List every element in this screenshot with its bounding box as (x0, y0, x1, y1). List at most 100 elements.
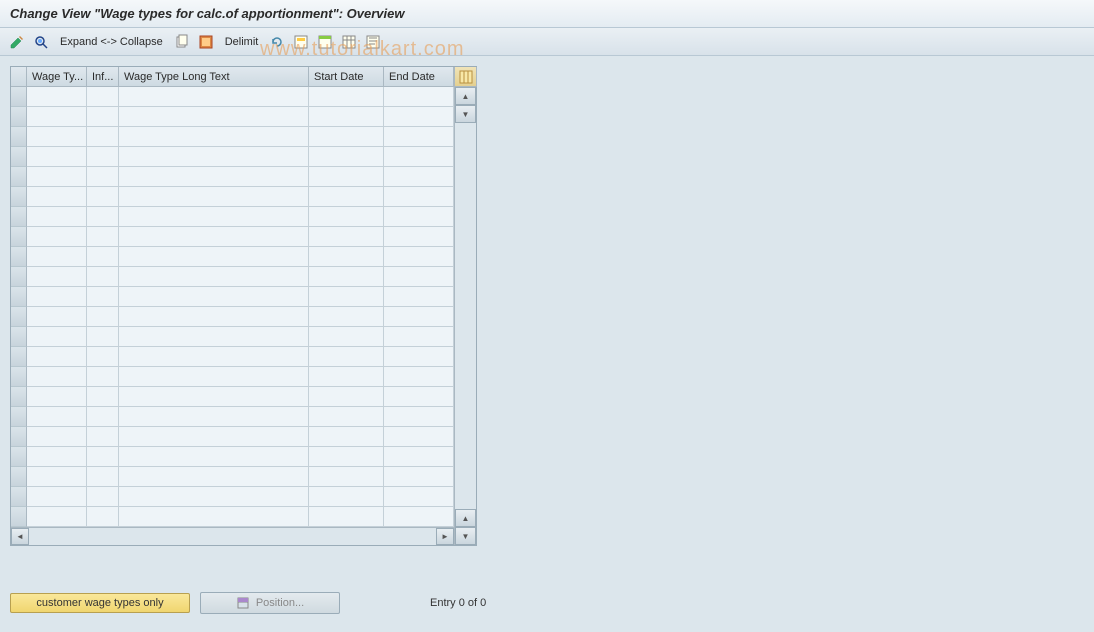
cell-end-date[interactable] (384, 507, 454, 527)
table-row[interactable] (11, 467, 454, 487)
cell-start-date[interactable] (309, 487, 384, 507)
cell-end-date[interactable] (384, 167, 454, 187)
cell-long-text[interactable] (119, 187, 309, 207)
cell-long-text[interactable] (119, 247, 309, 267)
row-selector[interactable] (11, 287, 27, 307)
row-selector[interactable] (11, 187, 27, 207)
table-row[interactable] (11, 367, 454, 387)
scroll-track-v[interactable] (455, 123, 476, 509)
cell-long-text[interactable] (119, 387, 309, 407)
cell-inf[interactable] (87, 187, 119, 207)
cell-wage-type[interactable] (27, 487, 87, 507)
print-icon[interactable] (364, 33, 382, 51)
cell-wage-type[interactable] (27, 287, 87, 307)
scroll-down-icon[interactable]: ▼ (455, 105, 476, 123)
table-row[interactable] (11, 227, 454, 247)
cell-wage-type[interactable] (27, 247, 87, 267)
row-selector[interactable] (11, 227, 27, 247)
cell-start-date[interactable] (309, 207, 384, 227)
cell-wage-type[interactable] (27, 447, 87, 467)
cell-long-text[interactable] (119, 147, 309, 167)
col-end-date[interactable]: End Date (384, 67, 454, 87)
cell-wage-type[interactable] (27, 467, 87, 487)
cell-inf[interactable] (87, 87, 119, 107)
cell-wage-type[interactable] (27, 407, 87, 427)
table-row[interactable] (11, 247, 454, 267)
copy-icon[interactable] (173, 33, 191, 51)
cell-end-date[interactable] (384, 347, 454, 367)
scroll-track-h[interactable] (29, 528, 436, 545)
cell-inf[interactable] (87, 147, 119, 167)
cell-start-date[interactable] (309, 127, 384, 147)
cell-inf[interactable] (87, 387, 119, 407)
cell-long-text[interactable] (119, 107, 309, 127)
delimit-button[interactable]: Delimit (221, 34, 263, 50)
cell-end-date[interactable] (384, 387, 454, 407)
table-row[interactable] (11, 287, 454, 307)
table-settings-icon[interactable] (340, 33, 358, 51)
configure-columns-icon[interactable] (455, 67, 477, 87)
row-selector[interactable] (11, 207, 27, 227)
cell-start-date[interactable] (309, 367, 384, 387)
cell-wage-type[interactable] (27, 167, 87, 187)
cell-start-date[interactable] (309, 447, 384, 467)
cell-wage-type[interactable] (27, 127, 87, 147)
cell-start-date[interactable] (309, 247, 384, 267)
row-selector[interactable] (11, 427, 27, 447)
cell-long-text[interactable] (119, 127, 309, 147)
cell-long-text[interactable] (119, 307, 309, 327)
cell-start-date[interactable] (309, 407, 384, 427)
row-selector[interactable] (11, 107, 27, 127)
table-row[interactable] (11, 187, 454, 207)
cell-long-text[interactable] (119, 227, 309, 247)
cell-wage-type[interactable] (27, 347, 87, 367)
cell-start-date[interactable] (309, 187, 384, 207)
table-row[interactable] (11, 447, 454, 467)
cell-start-date[interactable] (309, 467, 384, 487)
cell-start-date[interactable] (309, 107, 384, 127)
cell-inf[interactable] (87, 227, 119, 247)
row-selector[interactable] (11, 87, 27, 107)
row-selector[interactable] (11, 167, 27, 187)
table-row[interactable] (11, 307, 454, 327)
scroll-right-icon[interactable]: ► (436, 528, 454, 545)
cell-wage-type[interactable] (27, 427, 87, 447)
cell-end-date[interactable] (384, 127, 454, 147)
cell-long-text[interactable] (119, 287, 309, 307)
cell-end-date[interactable] (384, 267, 454, 287)
cell-long-text[interactable] (119, 407, 309, 427)
table-row[interactable] (11, 147, 454, 167)
row-selector[interactable] (11, 147, 27, 167)
row-selector[interactable] (11, 447, 27, 467)
cell-inf[interactable] (87, 347, 119, 367)
cell-wage-type[interactable] (27, 387, 87, 407)
cell-wage-type[interactable] (27, 507, 87, 527)
row-selector[interactable] (11, 387, 27, 407)
row-selector[interactable] (11, 467, 27, 487)
col-start-date[interactable]: Start Date (309, 67, 384, 87)
cell-end-date[interactable] (384, 447, 454, 467)
table-row[interactable] (11, 167, 454, 187)
cell-inf[interactable] (87, 307, 119, 327)
cell-inf[interactable] (87, 267, 119, 287)
cell-inf[interactable] (87, 507, 119, 527)
other-view-icon[interactable] (32, 33, 50, 51)
scroll-up-icon[interactable]: ▲ (455, 87, 476, 105)
row-selector[interactable] (11, 407, 27, 427)
cell-wage-type[interactable] (27, 327, 87, 347)
cell-end-date[interactable] (384, 287, 454, 307)
cell-start-date[interactable] (309, 167, 384, 187)
cell-wage-type[interactable] (27, 147, 87, 167)
cell-start-date[interactable] (309, 287, 384, 307)
cell-wage-type[interactable] (27, 367, 87, 387)
cell-end-date[interactable] (384, 207, 454, 227)
cell-long-text[interactable] (119, 327, 309, 347)
cell-long-text[interactable] (119, 427, 309, 447)
row-selector[interactable] (11, 327, 27, 347)
table-row[interactable] (11, 87, 454, 107)
cell-inf[interactable] (87, 287, 119, 307)
cell-end-date[interactable] (384, 227, 454, 247)
row-selector[interactable] (11, 307, 27, 327)
row-selector[interactable] (11, 367, 27, 387)
cell-start-date[interactable] (309, 347, 384, 367)
